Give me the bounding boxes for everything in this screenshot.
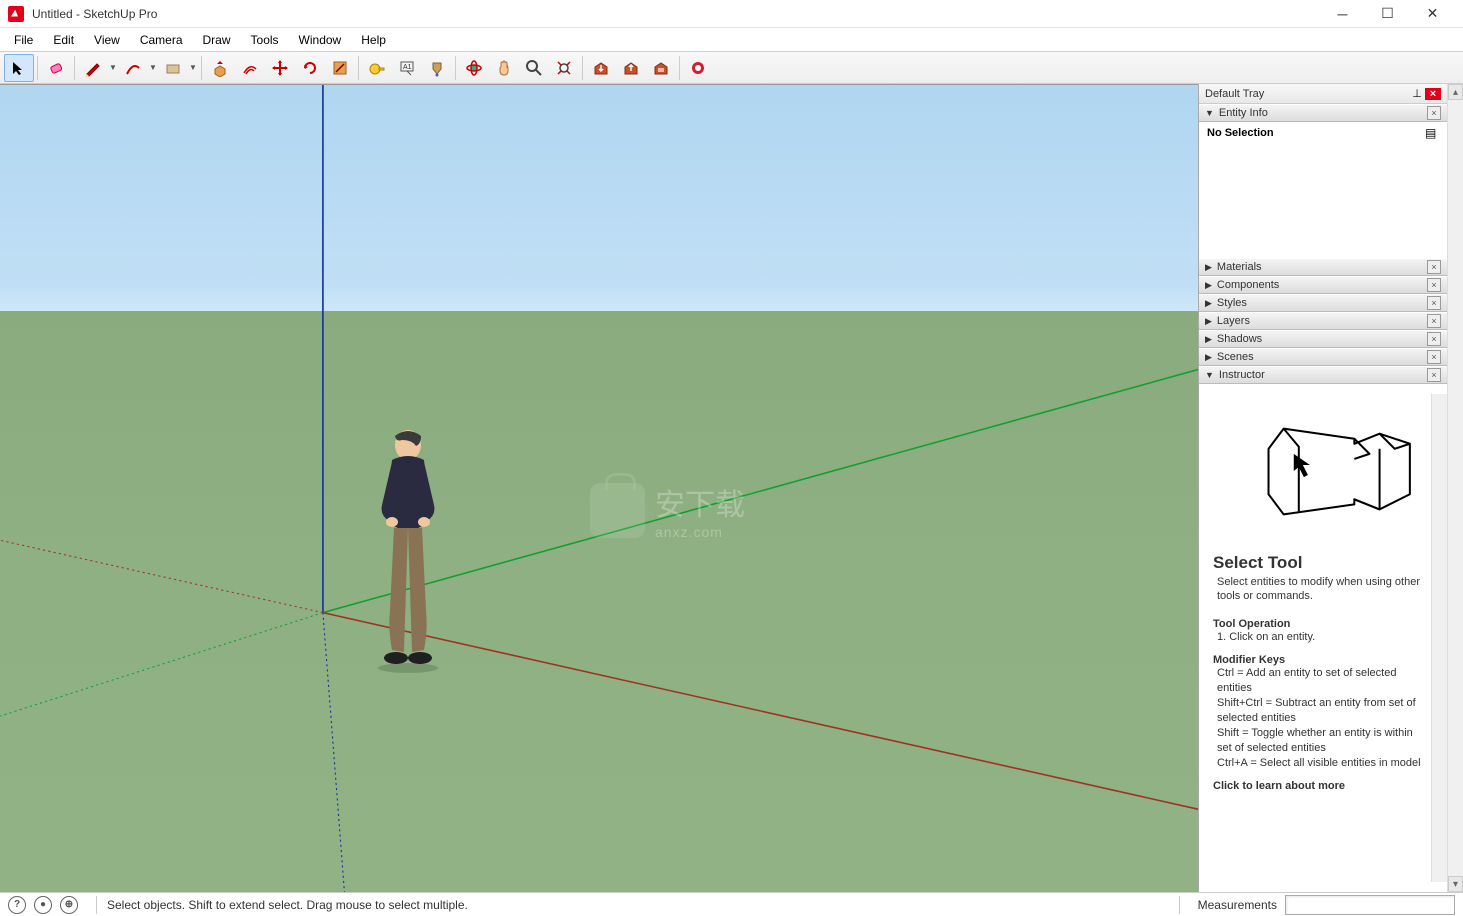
panel-layers[interactable]: ▶Layers× bbox=[1199, 312, 1447, 330]
close-button[interactable]: ✕ bbox=[1410, 0, 1455, 28]
panel-styles[interactable]: ▶Styles× bbox=[1199, 294, 1447, 312]
watermark: 安下载 anxz.com bbox=[590, 480, 745, 540]
expand-icon: ▼ bbox=[1205, 108, 1214, 118]
instructor-illustration bbox=[1213, 394, 1425, 544]
entity-detail-icon[interactable]: ▤ bbox=[1425, 126, 1439, 140]
instructor-op-title: Tool Operation bbox=[1213, 618, 1425, 630]
window-title: Untitled - SketchUp Pro bbox=[32, 7, 1320, 21]
panel-close-icon[interactable]: × bbox=[1427, 332, 1441, 346]
tray-close-button[interactable]: × bbox=[1425, 88, 1441, 100]
panel-materials[interactable]: ▶Materials× bbox=[1199, 258, 1447, 276]
instructor-more-link[interactable]: Click to learn about more bbox=[1213, 780, 1425, 792]
panel-close-icon[interactable]: × bbox=[1427, 350, 1441, 364]
instructor-mod-text: Ctrl = Add an entity to set of selected … bbox=[1213, 666, 1425, 770]
arc-dropdown[interactable]: ▼ bbox=[148, 63, 158, 72]
minimize-button[interactable]: ─ bbox=[1320, 0, 1365, 28]
selection-status: No Selection bbox=[1207, 127, 1425, 139]
menu-camera[interactable]: Camera bbox=[130, 29, 193, 51]
instructor-content: Select Tool Select entities to modify wh… bbox=[1199, 384, 1447, 892]
panel-instructor[interactable]: ▼Instructor× bbox=[1199, 366, 1447, 384]
tape-tool-button[interactable] bbox=[362, 54, 392, 82]
pin-icon[interactable]: ⊥ bbox=[1409, 87, 1425, 100]
instructor-mod-title: Modifier Keys bbox=[1213, 654, 1425, 666]
instructor-tool-name: Select Tool bbox=[1213, 553, 1425, 573]
tray-scrollbar[interactable]: ▴ ▾ bbox=[1447, 84, 1463, 892]
instructor-tool-desc: Select entities to modify when using oth… bbox=[1213, 575, 1425, 604]
panel-close-icon[interactable]: × bbox=[1427, 368, 1441, 382]
title-bar: Untitled - SketchUp Pro ─ ☐ ✕ bbox=[0, 0, 1463, 28]
panel-close-icon[interactable]: × bbox=[1427, 296, 1441, 310]
menu-view[interactable]: View bbox=[84, 29, 130, 51]
panel-close-icon[interactable]: × bbox=[1427, 278, 1441, 292]
warehouse-get-button[interactable] bbox=[586, 54, 616, 82]
status-bar: ? ● ⊕ Select objects. Shift to extend se… bbox=[0, 892, 1463, 916]
panel-close-icon[interactable]: × bbox=[1427, 106, 1441, 120]
select-tool-button[interactable] bbox=[4, 54, 34, 82]
user-icon[interactable]: ● bbox=[34, 896, 52, 914]
warehouse-share-button[interactable] bbox=[616, 54, 646, 82]
menu-help[interactable]: Help bbox=[351, 29, 396, 51]
toolbar: ▼ ▼ ▼ A1 bbox=[0, 52, 1463, 84]
default-tray: Default Tray ⊥ × ▼ Entity Info × No Sele… bbox=[1198, 84, 1463, 892]
zoom-extents-button[interactable] bbox=[549, 54, 579, 82]
panel-components[interactable]: ▶Components× bbox=[1199, 276, 1447, 294]
menu-file[interactable]: File bbox=[4, 29, 43, 51]
pencil-tool-button[interactable] bbox=[78, 54, 108, 82]
entity-info-content: No Selection ▤ bbox=[1199, 122, 1447, 144]
zoom-tool-button[interactable] bbox=[519, 54, 549, 82]
pencil-dropdown[interactable]: ▼ bbox=[108, 63, 118, 72]
rectangle-tool-button[interactable] bbox=[158, 54, 188, 82]
instructor-scrollbar[interactable] bbox=[1431, 394, 1447, 882]
scale-figure bbox=[368, 430, 448, 675]
status-hint: Select objects. Shift to extend select. … bbox=[107, 898, 1169, 912]
menu-bar: File Edit View Camera Draw Tools Window … bbox=[0, 28, 1463, 52]
pan-tool-button[interactable] bbox=[489, 54, 519, 82]
offset-tool-button[interactable] bbox=[235, 54, 265, 82]
arc-tool-button[interactable] bbox=[118, 54, 148, 82]
move-tool-button[interactable] bbox=[265, 54, 295, 82]
pushpull-tool-button[interactable] bbox=[205, 54, 235, 82]
instructor-op-text: 1. Click on an entity. bbox=[1213, 630, 1425, 645]
rectangle-dropdown[interactable]: ▼ bbox=[188, 63, 198, 72]
panel-close-icon[interactable]: × bbox=[1427, 314, 1441, 328]
tray-header[interactable]: Default Tray ⊥ × bbox=[1199, 84, 1447, 104]
scale-tool-button[interactable] bbox=[325, 54, 355, 82]
menu-window[interactable]: Window bbox=[289, 29, 352, 51]
measurements-label: Measurements bbox=[1190, 898, 1285, 912]
menu-edit[interactable]: Edit bbox=[43, 29, 84, 51]
measurements-input[interactable] bbox=[1285, 895, 1455, 915]
app-icon bbox=[8, 6, 24, 22]
paint-tool-button[interactable] bbox=[422, 54, 452, 82]
tray-title: Default Tray bbox=[1205, 88, 1409, 100]
menu-tools[interactable]: Tools bbox=[241, 29, 289, 51]
viewport[interactable]: 安下载 anxz.com bbox=[0, 84, 1198, 892]
maximize-button[interactable]: ☐ bbox=[1365, 0, 1410, 28]
panel-close-icon[interactable]: × bbox=[1427, 260, 1441, 274]
geo-icon[interactable]: ⊕ bbox=[60, 896, 78, 914]
svg-text:A1: A1 bbox=[403, 64, 412, 71]
menu-draw[interactable]: Draw bbox=[193, 29, 241, 51]
help-icon[interactable]: ? bbox=[8, 896, 26, 914]
extension-warehouse-button[interactable] bbox=[683, 54, 713, 82]
panel-entity-info[interactable]: ▼ Entity Info × bbox=[1199, 104, 1447, 122]
text-tool-button[interactable]: A1 bbox=[392, 54, 422, 82]
rotate-tool-button[interactable] bbox=[295, 54, 325, 82]
warehouse-manage-button[interactable] bbox=[646, 54, 676, 82]
orbit-tool-button[interactable] bbox=[459, 54, 489, 82]
panel-scenes[interactable]: ▶Scenes× bbox=[1199, 348, 1447, 366]
eraser-tool-button[interactable] bbox=[41, 54, 71, 82]
panel-shadows[interactable]: ▶Shadows× bbox=[1199, 330, 1447, 348]
